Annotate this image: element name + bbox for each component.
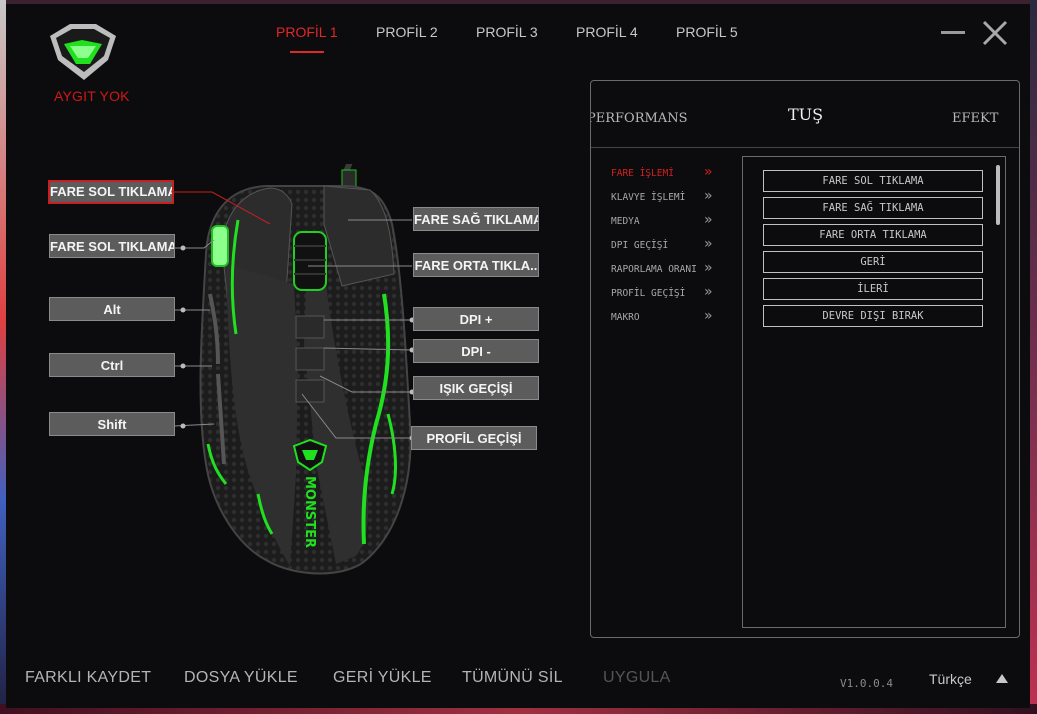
mouse-button-side-top[interactable]: FARE SOL TIKLAMA bbox=[49, 234, 175, 258]
mouse-button-left-click[interactable]: FARE SOL TIKLAMA bbox=[48, 180, 174, 204]
save-as-button[interactable]: FARKLI KAYDET bbox=[25, 669, 151, 687]
chevron-right-icon: » bbox=[704, 260, 713, 276]
restore-button[interactable]: GERİ YÜKLE bbox=[333, 669, 432, 687]
mouse-button-side-ctrl[interactable]: Ctrl bbox=[49, 353, 175, 377]
action-list-scrollbar[interactable] bbox=[996, 165, 1000, 225]
mouse-button-light-toggle[interactable]: IŞIK GEÇİŞİ bbox=[413, 376, 539, 400]
device-status: AYGIT YOK bbox=[54, 88, 130, 104]
chevron-right-icon: » bbox=[704, 212, 713, 228]
tab-performans[interactable]: PERFORMANS bbox=[591, 111, 687, 126]
app-window: AYGIT YOK PROFİL 1 PROFİL 2 PROFİL 3 PRO… bbox=[6, 4, 1030, 708]
chevron-right-icon: » bbox=[704, 308, 713, 324]
category-profil-gecisi[interactable]: PROFİL GEÇİŞİ bbox=[611, 288, 685, 299]
category-dpi-gecisi[interactable]: DPI GEÇİŞİ bbox=[611, 240, 668, 251]
mouse-illustration: MONSTER bbox=[199, 164, 412, 575]
tab-profile-5[interactable]: PROFİL 5 bbox=[676, 24, 738, 40]
close-icon[interactable] bbox=[980, 18, 1010, 48]
chevron-up-icon[interactable] bbox=[996, 674, 1008, 683]
mouse-button-side-shift[interactable]: Shift bbox=[49, 412, 175, 436]
language-selector[interactable]: Türkçe bbox=[929, 671, 972, 687]
tab-profile-2[interactable]: PROFİL 2 bbox=[376, 24, 438, 40]
monster-logo-icon bbox=[50, 24, 116, 80]
desktop-background-right bbox=[1030, 0, 1037, 714]
panel-divider bbox=[591, 147, 1019, 148]
chevron-right-icon: » bbox=[704, 188, 713, 204]
settings-panel: PERFORMANS TUŞ EFEKT FARE İŞLEMİ » KLAVY… bbox=[590, 80, 1020, 638]
category-medya[interactable]: MEDYA bbox=[611, 216, 640, 227]
chevron-right-icon: » bbox=[704, 284, 713, 300]
option-fare-sol-tiklama[interactable]: FARE SOL TIKLAMA bbox=[763, 170, 983, 192]
mouse-button-right-click[interactable]: FARE SAĞ TIKLAMA bbox=[413, 207, 539, 231]
mouse-button-side-alt[interactable]: Alt bbox=[49, 297, 175, 321]
option-ileri[interactable]: İLERİ bbox=[763, 278, 983, 300]
chevron-right-icon: » bbox=[704, 236, 713, 252]
delete-all-button[interactable]: TÜMÜNÜ SİL bbox=[462, 669, 563, 687]
apply-button[interactable]: UYGULA bbox=[603, 669, 671, 687]
mouse-button-middle-click[interactable]: FARE ORTA TIKLA.. bbox=[413, 253, 539, 277]
tab-profile-4[interactable]: PROFİL 4 bbox=[576, 24, 638, 40]
tab-profile-1[interactable]: PROFİL 1 bbox=[276, 24, 338, 53]
option-geri[interactable]: GERİ bbox=[763, 251, 983, 273]
category-raporlama-orani[interactable]: RAPORLAMA ORANI bbox=[611, 264, 697, 275]
tab-tus[interactable]: TUŞ bbox=[788, 105, 823, 124]
tab-profile-3[interactable]: PROFİL 3 bbox=[476, 24, 538, 40]
chevron-right-icon: » bbox=[704, 164, 713, 180]
action-list: FARE SOL TIKLAMA FARE SAĞ TIKLAMA FARE O… bbox=[742, 156, 1006, 628]
option-fare-sag-tiklama[interactable]: FARE SAĞ TIKLAMA bbox=[763, 197, 983, 219]
category-fare-islemi[interactable]: FARE İŞLEMİ bbox=[611, 168, 674, 179]
tab-efekt[interactable]: EFEKT bbox=[952, 111, 998, 126]
option-devre-disi-birak[interactable]: DEVRE DIŞI BIRAK bbox=[763, 305, 983, 327]
option-fare-orta-tiklama[interactable]: FARE ORTA TIKLAMA bbox=[763, 224, 983, 246]
mouse-button-dpi-down[interactable]: DPI - bbox=[413, 339, 539, 363]
version-label: V1.0.0.4 bbox=[840, 677, 893, 690]
category-klavye-islemi[interactable]: KLAVYE İŞLEMİ bbox=[611, 192, 685, 203]
mouse-button-dpi-up[interactable]: DPI + bbox=[413, 307, 539, 331]
minimize-icon[interactable] bbox=[941, 31, 965, 34]
mouse-button-profile-toggle[interactable]: PROFİL GEÇİŞİ bbox=[411, 426, 537, 450]
mouse-brand-text: MONSTER bbox=[302, 476, 317, 548]
category-makro[interactable]: MAKRO bbox=[611, 312, 640, 323]
load-file-button[interactable]: DOSYA YÜKLE bbox=[184, 669, 298, 687]
